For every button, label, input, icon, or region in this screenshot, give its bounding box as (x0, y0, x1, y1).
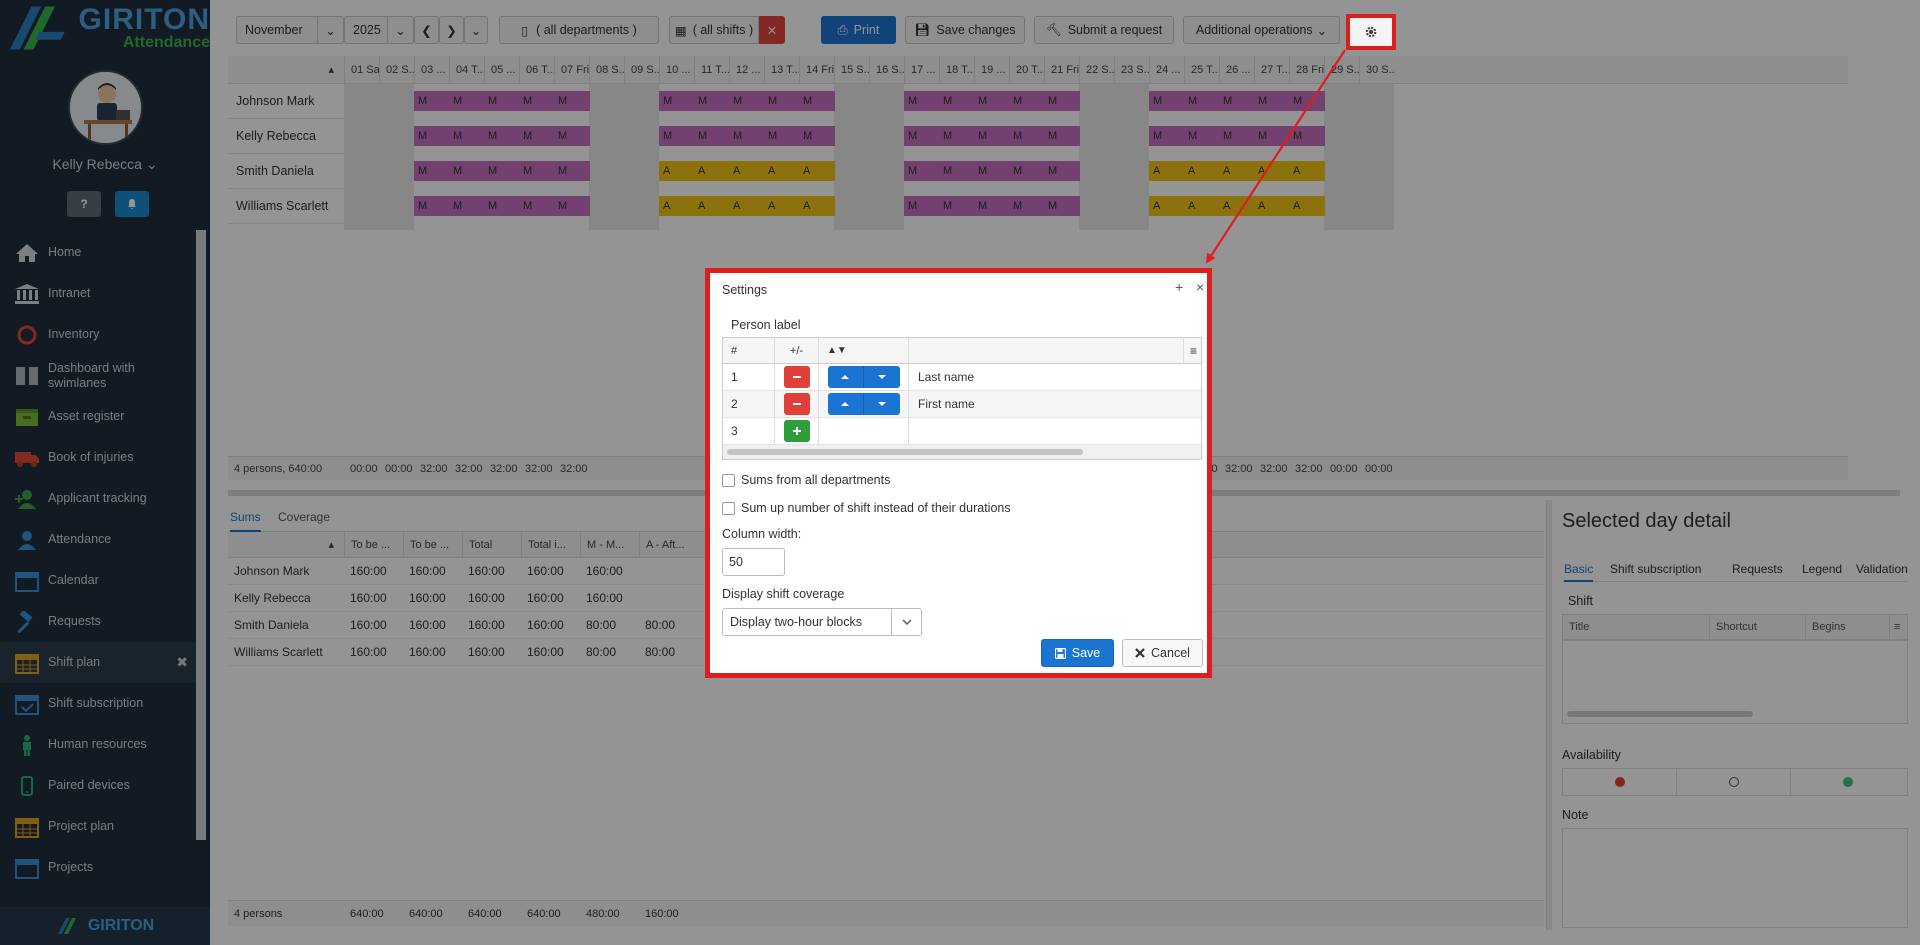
col-value (909, 338, 1183, 363)
person-label-table: # +/- ▲▼ ≡ 1 Last name 2 First name 3 (722, 337, 1202, 460)
empty-cell (819, 418, 909, 444)
person-label-row: 2 First name (723, 391, 1201, 418)
cancel-button[interactable]: Cancel (1122, 639, 1203, 667)
scrollbar-thumb[interactable] (727, 449, 1083, 455)
move-up-button[interactable] (827, 393, 863, 415)
coverage-label: Display shift coverage (722, 587, 845, 601)
sum-shift-count-label: Sum up number of shift instead of their … (741, 501, 1011, 515)
col-number: # (723, 338, 775, 363)
plus-icon (792, 427, 801, 435)
row-number: 2 (723, 391, 775, 417)
menu-icon[interactable]: ≡ (1183, 338, 1203, 363)
cancel-label: Cancel (1151, 646, 1190, 660)
col-order: ▲▼ (819, 338, 909, 363)
column-width-label: Column width: (722, 527, 802, 541)
settings-button[interactable] (1346, 14, 1396, 50)
row-number: 1 (723, 364, 775, 390)
remove-row-button-cell (775, 391, 819, 417)
sums-all-departments-label: Sums from all departments (741, 473, 891, 487)
person-label-new-row: 3 (723, 418, 1201, 445)
coverage-value: Display two-hour blocks (730, 615, 862, 629)
plus-icon: + (1175, 279, 1184, 295)
close-dialog-button[interactable]: × (1196, 279, 1204, 295)
settings-dialog: Settings + × Person label # +/- ▲▼ ≡ 1 L… (705, 268, 1212, 678)
close-icon (1135, 648, 1145, 658)
minus-icon (792, 403, 801, 405)
maximize-button[interactable]: + (1175, 279, 1183, 295)
settings-title: Settings (722, 283, 768, 297)
caret-up-icon (841, 375, 850, 379)
col-plus-minus: +/- (775, 338, 819, 363)
gear-icon (1365, 26, 1377, 38)
save-button[interactable]: Save (1041, 639, 1114, 667)
coverage-select[interactable]: Display two-hour blocks (722, 608, 922, 636)
move-down-button[interactable] (863, 393, 900, 415)
remove-row-button-cell (775, 364, 819, 390)
sums-all-departments-option[interactable]: Sums from all departments (722, 473, 890, 487)
caret-down-icon (877, 402, 886, 406)
person-label-row: 1 Last name (723, 364, 1201, 391)
minus-icon (792, 376, 801, 378)
move-down-button[interactable] (863, 366, 900, 388)
row-value[interactable]: First name (909, 391, 1183, 417)
close-icon: × (1196, 279, 1205, 295)
row-value[interactable]: Last name (909, 364, 1183, 390)
sums-all-departments-checkbox[interactable] (722, 473, 735, 487)
save-label: Save (1071, 646, 1101, 660)
person-label-header: # +/- ▲▼ ≡ (723, 338, 1201, 364)
sum-shift-count-checkbox[interactable] (722, 501, 735, 515)
order-buttons-cell (819, 364, 909, 390)
floppy-icon (1054, 647, 1066, 659)
caret-up-icon (841, 402, 850, 406)
row-number: 3 (723, 418, 775, 444)
add-row-button[interactable] (783, 420, 810, 442)
new-row-value[interactable] (909, 418, 1183, 444)
sum-shift-count-option[interactable]: Sum up number of shift instead of their … (722, 501, 1011, 515)
person-label-scrollbar[interactable] (723, 445, 1201, 459)
remove-row-button[interactable] (783, 366, 810, 388)
column-width-input[interactable] (722, 548, 785, 576)
move-up-button[interactable] (827, 366, 863, 388)
person-label-title: Person label (731, 318, 801, 332)
remove-row-button[interactable] (783, 393, 810, 415)
caret-down-icon (877, 375, 886, 379)
add-row-button-cell (775, 418, 819, 444)
chevron-down-icon (891, 609, 921, 635)
order-buttons-cell (819, 391, 909, 417)
